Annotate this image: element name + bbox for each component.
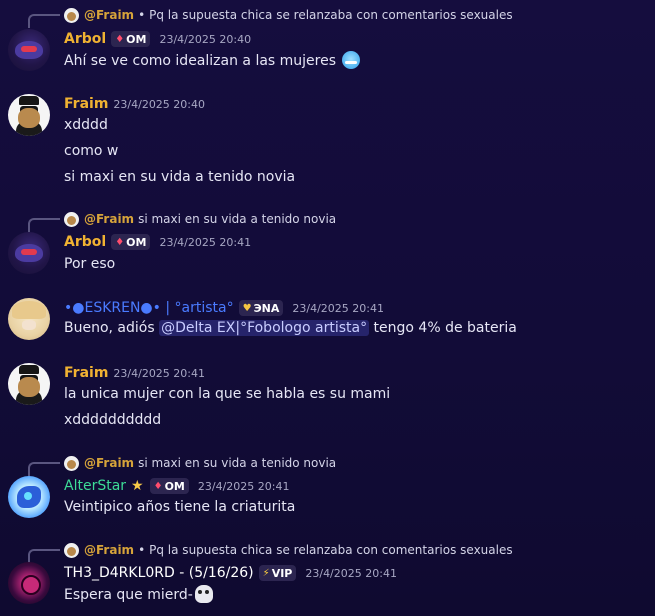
reply-avatar [64,7,79,23]
timestamp: 23/4/2025 20:40 [113,97,206,111]
message-text: Bueno, adiós @Delta EX|°Fobologo artista… [64,320,517,336]
lightning-icon: ⚡ [262,567,270,579]
badge-label: OM [126,235,147,249]
reply-connector [28,14,60,28]
author-name[interactable]: •●ESKREN●• | °artista° [64,300,234,316]
author-name[interactable]: AlterStar [64,478,126,494]
message-line: Ahí se ve como idealizan a las mujeres [64,53,337,69]
separator-dot: • [138,543,146,557]
message-line: xdddd [64,117,108,133]
timestamp: 23/4/2025 20:41 [159,235,252,249]
message-line: Veintipico años tiene la criaturita [64,499,296,515]
reply-mention[interactable]: @Fraim [84,456,134,470]
badge-label: ЭNA [253,301,280,315]
avatar[interactable] [8,298,50,340]
author-name[interactable]: Arbol [64,31,106,47]
message-header: Fraim 23/4/2025 20:41 [64,364,205,382]
reply-text: si maxi en su vida a tenido novia [138,456,337,470]
message-line: xdddddddddd [64,412,162,428]
role-badge[interactable]: ♦ OM [149,478,189,494]
gem-icon: ♦ [115,236,125,248]
user-mention[interactable]: @Delta EX|°Fobologo artista° [159,320,370,336]
message-header: •●ESKREN●• | °artista° ♥ ЭNA 23/4/2025 20… [64,299,384,317]
badge-label: VIP [271,566,293,580]
timestamp: 23/4/2025 20:40 [159,32,252,46]
badge-label: OM [126,32,147,46]
reply-avatar [64,542,79,558]
avatar[interactable] [8,476,50,518]
message-header: Fraim 23/4/2025 20:40 [64,95,205,113]
author-name[interactable]: Fraim [64,96,108,112]
reply-preview[interactable]: @Fraim si maxi en su vida a tenido novia [28,454,337,476]
message-header: TH3_D4RKL0RD - (5/16/26) ⚡ VIP 23/4/2025 … [64,564,397,582]
message-line: tengo 4% de bateria [373,320,517,336]
avatar[interactable] [8,29,50,71]
freezing-face-icon [342,51,361,69]
reply-connector [28,549,60,563]
role-badge[interactable]: ♥ ЭNA [238,300,284,316]
avatar[interactable] [8,562,50,604]
reply-text: Pq la supuesta chica se relanzaba con co… [149,8,513,22]
star-icon: ★ [131,478,144,494]
reply-text: Pq la supuesta chica se relanzaba con co… [149,543,513,557]
reply-mention[interactable]: @Fraim [84,543,134,557]
author-name[interactable]: Arbol [64,234,106,250]
message-line: Por eso [64,256,116,272]
reply-text: si maxi en su vida a tenido novia [138,212,337,226]
role-badge[interactable]: ⚡ VIP [258,565,297,581]
heart-icon: ♥ [242,302,252,314]
badge-label: OM [164,479,185,493]
avatar[interactable] [8,363,50,405]
message-line: Espera que mierd- [64,587,193,603]
reply-mention[interactable]: @Fraim [84,8,134,22]
reply-preview[interactable]: @Fraim • Pq la supuesta chica se relanza… [28,6,513,28]
avatar[interactable] [8,232,50,274]
message-header: Arbol ♦ OM 23/4/2025 20:41 [64,233,251,251]
gem-icon: ♦ [153,480,163,492]
reply-preview[interactable]: @Fraim si maxi en su vida a tenido novia [28,210,337,232]
reply-connector [28,462,60,476]
skull-icon [194,585,213,603]
message-text: Espera que mierd- [64,585,213,603]
timestamp: 23/4/2025 20:41 [305,566,397,580]
message-line: si maxi en su vida a tenido novia [64,169,296,185]
reply-avatar [64,455,79,471]
reply-mention[interactable]: @Fraim [84,212,134,226]
message-line: Bueno, adiós [64,320,155,336]
reply-avatar [64,211,79,227]
message-header: AlterStar ★ ♦ OM 23/4/2025 20:41 [64,477,290,495]
reply-connector [28,218,60,232]
timestamp: 23/4/2025 20:41 [292,301,384,315]
gem-icon: ♦ [115,33,125,45]
message-header: Arbol ♦ OM 23/4/2025 20:40 [64,30,251,48]
separator-dot: • [138,8,146,22]
role-badge[interactable]: ♦ OM [111,31,151,47]
timestamp: 23/4/2025 20:41 [197,479,290,493]
role-badge[interactable]: ♦ OM [111,234,151,250]
author-name[interactable]: Fraim [64,365,108,381]
message-line: la unica mujer con la que se habla es su… [64,386,391,402]
avatar[interactable] [8,94,50,136]
timestamp: 23/4/2025 20:41 [113,366,206,380]
author-name[interactable]: TH3_D4RKL0RD - (5/16/26) [64,565,254,581]
message-text: Ahí se ve como idealizan a las mujeres [64,51,361,69]
message-line: como w [64,143,119,159]
reply-preview[interactable]: @Fraim • Pq la supuesta chica se relanza… [28,541,513,563]
